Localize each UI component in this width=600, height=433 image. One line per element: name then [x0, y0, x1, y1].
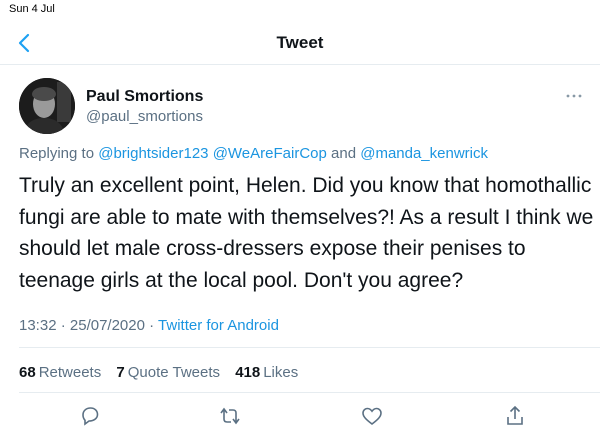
retweets-count: 68: [19, 364, 36, 381]
mention-conjunction: and: [331, 145, 357, 162]
tweet-text-line: Truly an excellent point, Helen. Did you…: [19, 174, 592, 197]
author-handle[interactable]: @paul_smortions: [86, 108, 203, 125]
retweets-label: Retweets: [38, 364, 102, 381]
reply-icon: [82, 407, 99, 426]
more-options-button[interactable]: [563, 88, 587, 104]
like-icon: [362, 407, 382, 426]
retweet-icon: [220, 407, 240, 425]
share-icon: [507, 405, 523, 425]
tweet-text-line: should let male cross-dressers expose th…: [19, 237, 526, 260]
tweet-source-link[interactable]: Twitter for Android: [158, 317, 279, 334]
meta-separator: ·: [60, 317, 66, 334]
tweet-stats: 68 Retweets 7 Quote Tweets 418 Likes: [19, 364, 309, 381]
author-name[interactable]: Paul Smortions: [86, 88, 203, 106]
likes-stat[interactable]: 418 Likes: [235, 364, 298, 381]
tweet-text-line: fungi are able to mate with themselves?!…: [19, 205, 594, 229]
quote-tweets-stat[interactable]: 7 Quote Tweets: [116, 364, 220, 381]
tweet-body: Truly an excellent point, Helen. Did you…: [19, 170, 594, 296]
page-title: Tweet: [276, 33, 324, 52]
mention-link[interactable]: @manda_kenwrick: [360, 145, 488, 162]
profile-photo: [19, 78, 75, 134]
tweet-time: 13:32: [19, 317, 57, 334]
mention-link[interactable]: @WeAreFairCop: [213, 145, 327, 162]
avatar[interactable]: [19, 78, 75, 134]
quote-tweets-count: 7: [116, 364, 125, 381]
likes-count: 418: [235, 364, 261, 381]
reply-button[interactable]: [78, 404, 102, 428]
divider: [19, 392, 600, 393]
mention-link[interactable]: @brightsider123: [98, 145, 208, 162]
tweet-text-line: teenage girls at the local pool. Don't y…: [19, 268, 464, 292]
divider: [19, 347, 600, 348]
like-button[interactable]: [360, 404, 384, 428]
status-bar: Sun 4 Jul: [0, 0, 600, 22]
replying-to-label: Replying to: [19, 145, 95, 162]
status-time: Sun 4 Jul: [9, 3, 55, 15]
nav-bar: Tweet: [0, 22, 600, 65]
quote-tweets-label: Quote Tweets: [127, 364, 221, 381]
retweet-button[interactable]: [218, 404, 242, 428]
likes-label: Likes: [263, 364, 299, 381]
more-icon: [566, 94, 582, 98]
share-button[interactable]: [503, 404, 527, 428]
meta-separator: ·: [149, 317, 155, 334]
tweet-meta: 13:32 · 25/07/2020 · Twitter for Android: [19, 317, 279, 334]
tweet-date: 25/07/2020: [69, 317, 145, 334]
retweets-stat[interactable]: 68 Retweets: [19, 364, 101, 381]
replying-to: Replying to @brightsider123 @WeAreFairCo…: [19, 145, 488, 162]
